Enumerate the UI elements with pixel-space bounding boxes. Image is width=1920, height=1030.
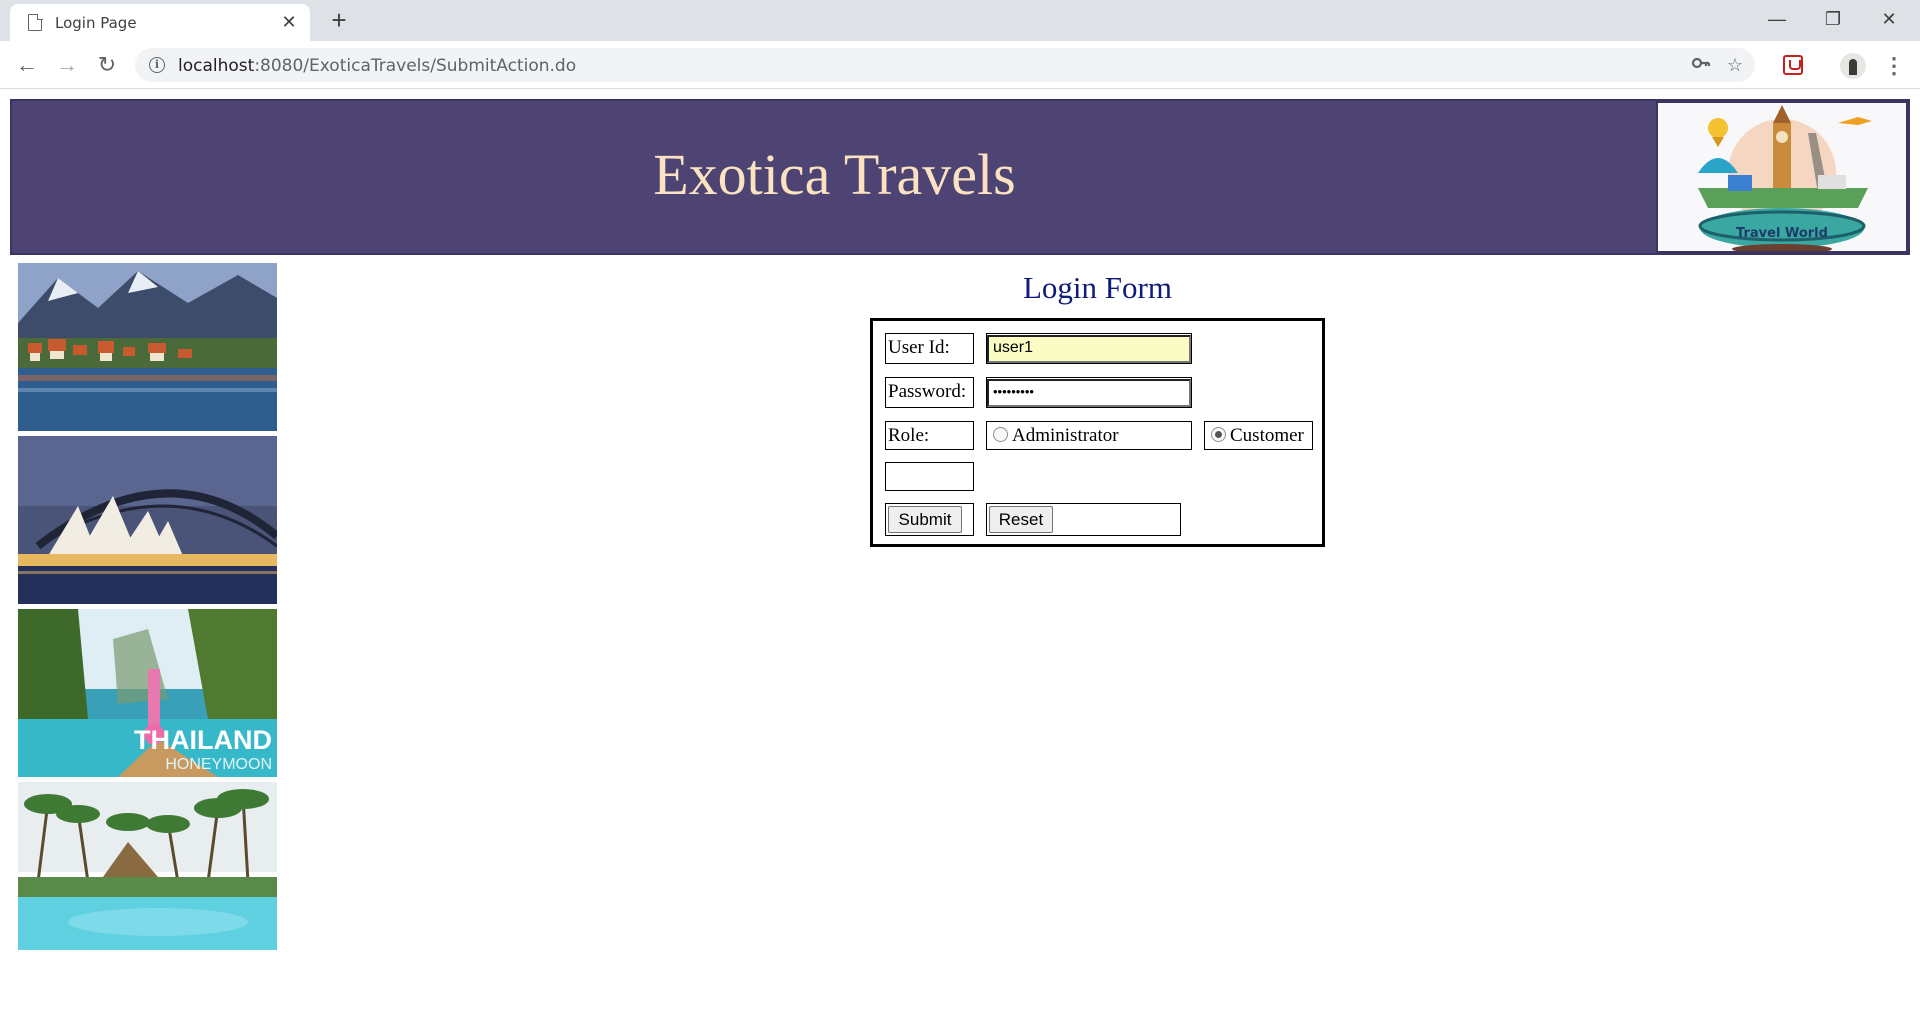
- avatar[interactable]: [1840, 53, 1866, 79]
- user-id-label: User Id:: [885, 333, 974, 364]
- tab-bar: Login Page ✕ + — ❐ ✕: [0, 0, 1920, 41]
- address-bar[interactable]: i localhost:8080/ExoticaTravels/SubmitAc…: [135, 48, 1755, 82]
- role-label: Role:: [885, 421, 974, 450]
- empty-cell: [885, 462, 974, 491]
- browser-tab[interactable]: Login Page ✕: [10, 4, 310, 41]
- password-label: Password:: [885, 377, 974, 408]
- info-icon[interactable]: i: [149, 57, 165, 73]
- back-icon[interactable]: ←: [12, 50, 42, 80]
- site-title: Exotica Travels: [653, 142, 1016, 207]
- reset-button[interactable]: Reset: [989, 506, 1053, 533]
- forward-icon[interactable]: →: [52, 50, 82, 80]
- svg-text:Travel World: Travel World: [1736, 226, 1828, 241]
- minimize-button[interactable]: —: [1749, 0, 1805, 38]
- role-option-customer[interactable]: Customer: [1204, 421, 1313, 450]
- administrator-radio[interactable]: [993, 427, 1008, 442]
- user-id-input[interactable]: user1: [987, 335, 1191, 363]
- thumbnail-tropical-resort: [18, 782, 277, 950]
- submit-cell: Submit: [885, 503, 974, 536]
- extension-icon[interactable]: [1783, 55, 1803, 75]
- document-icon: [28, 13, 43, 31]
- customer-radio[interactable]: [1211, 427, 1226, 442]
- star-icon[interactable]: ☆: [1723, 53, 1747, 77]
- browser-toolbar: ← → ↻ i localhost:8080/ExoticaTravels/Su…: [0, 41, 1920, 89]
- new-tab-button[interactable]: +: [325, 6, 353, 34]
- administrator-label: Administrator: [1012, 425, 1119, 446]
- role-option-administrator[interactable]: Administrator: [986, 421, 1192, 450]
- password-input[interactable]: •••••••••: [987, 379, 1191, 407]
- svg-text:THAILAND: THAILAND: [134, 725, 272, 755]
- customer-label: Customer: [1230, 425, 1304, 446]
- thumbnail-thailand: THAILAND HONEYMOON: [18, 609, 277, 777]
- close-window-button[interactable]: ✕: [1861, 0, 1917, 38]
- reset-cell: Reset: [986, 503, 1181, 536]
- password-cell: •••••••••: [986, 377, 1192, 408]
- menu-icon[interactable]: ⋮: [1882, 51, 1906, 81]
- travel-world-logo: Travel World: [1656, 101, 1908, 253]
- thumbnail-sydney: [18, 436, 277, 604]
- destination-thumbnails: THAILAND HONEYMOON: [18, 263, 277, 955]
- site-banner: Exotica Travels Travel World: [10, 99, 1910, 255]
- close-tab-icon[interactable]: ✕: [278, 11, 300, 33]
- submit-button[interactable]: Submit: [888, 506, 962, 533]
- maximize-button[interactable]: ❐: [1805, 0, 1861, 38]
- reload-icon[interactable]: ↻: [92, 50, 122, 80]
- key-icon[interactable]: [1689, 53, 1713, 77]
- user-id-cell: user1: [986, 333, 1192, 364]
- url-text[interactable]: localhost:8080/ExoticaTravels/SubmitActi…: [178, 56, 576, 76]
- thumbnail-swiss-lake: [18, 263, 277, 431]
- login-form-title: Login Form: [1023, 270, 1172, 305]
- svg-text:HONEYMOON: HONEYMOON: [165, 756, 272, 773]
- login-form: User Id: user1 Password: ••••••••• Role:…: [870, 318, 1325, 547]
- tab-title: Login Page: [55, 14, 137, 32]
